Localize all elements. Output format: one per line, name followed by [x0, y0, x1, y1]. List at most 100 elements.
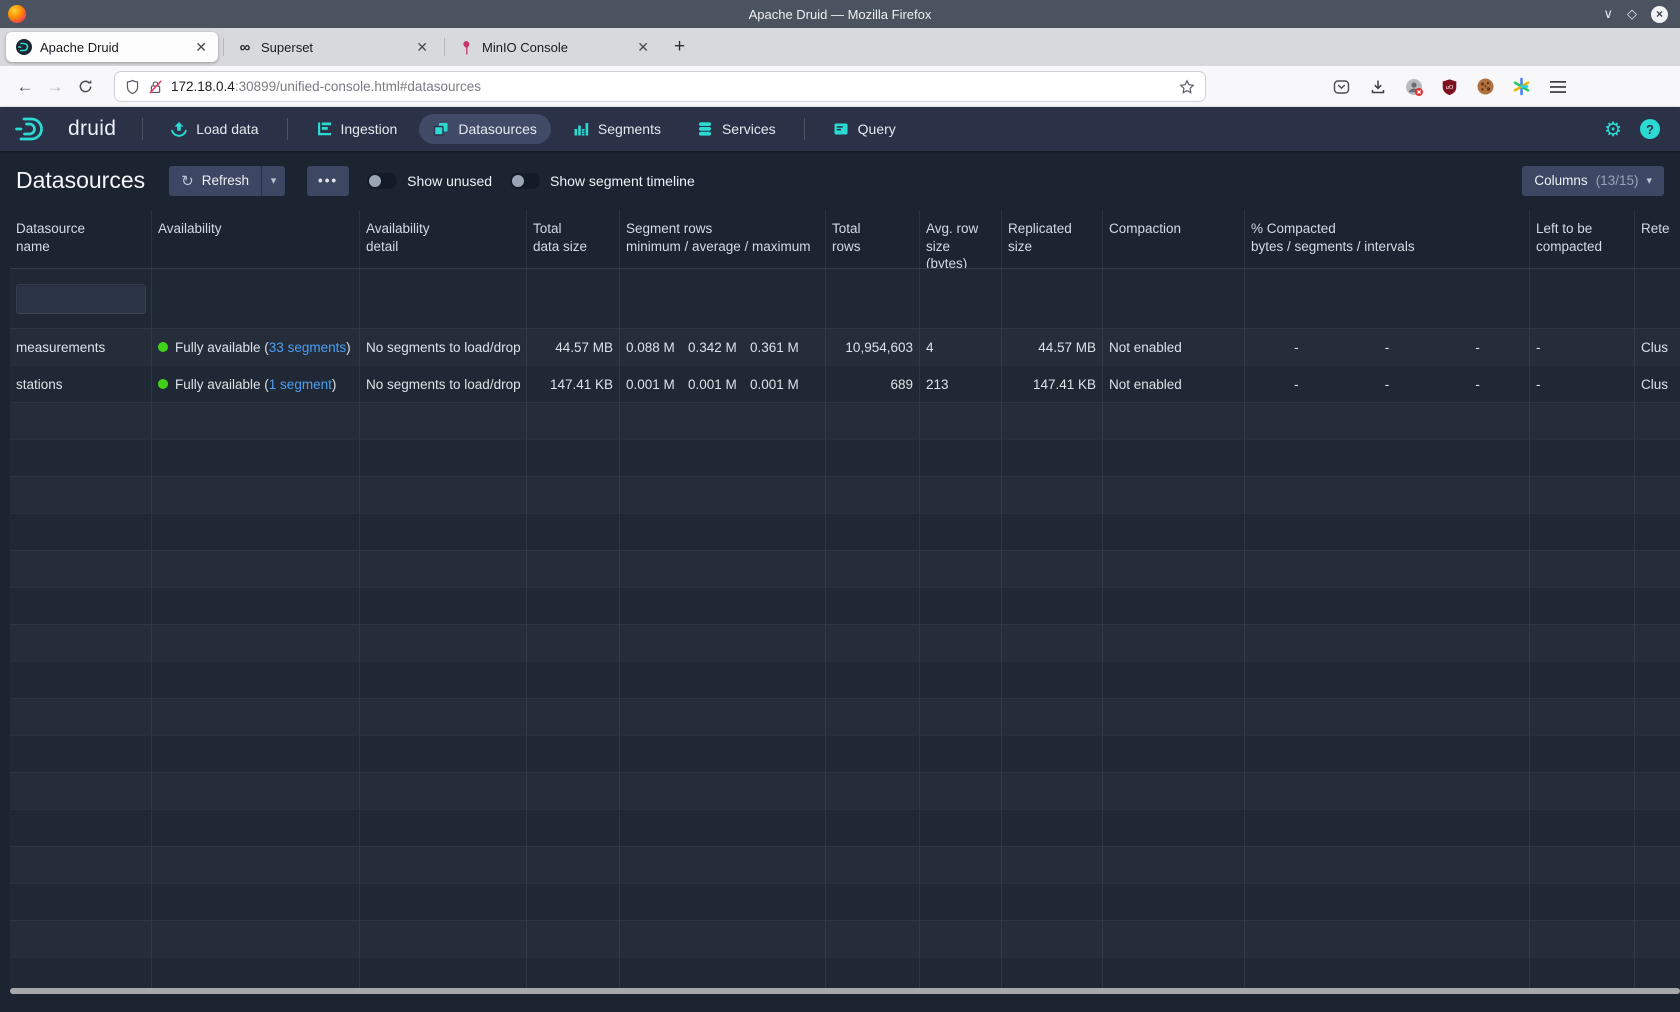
cell-total_rows [826, 662, 920, 698]
ublock-shield-icon[interactable]: uO [1436, 73, 1463, 100]
nav-item-datasources[interactable]: Datasources [419, 114, 551, 144]
druid-favicon-icon [16, 39, 32, 55]
nav-item-load-data[interactable]: Load data [157, 114, 272, 144]
nav-item-services[interactable]: Services [683, 114, 790, 144]
cell-pct_compacted [1245, 847, 1530, 883]
cell-retention[interactable]: Clus [1635, 366, 1680, 402]
refresh-button[interactable]: ↻ Refresh [169, 166, 261, 196]
filter-cell-name [10, 269, 152, 328]
horizontal-scrollbar[interactable] [10, 988, 1680, 994]
column-header-pct_compacted[interactable]: % Compacted bytes / segments / intervals [1245, 210, 1530, 268]
column-header-total_rows[interactable]: Total rows [826, 210, 920, 268]
datasource-name[interactable]: stations [10, 366, 152, 402]
cell-segment_rows [620, 810, 826, 846]
cell-pct_compacted [1245, 699, 1530, 735]
subcell-pct_compacted: - [1251, 377, 1342, 392]
column-header-total_data_size[interactable]: Total data size [527, 210, 620, 268]
more-actions-button[interactable]: ••• [307, 166, 349, 196]
cell-compaction[interactable]: Not enabled [1103, 366, 1245, 402]
cell-availability [152, 884, 360, 920]
refresh-label: Refresh [202, 173, 249, 188]
tab-close-icon[interactable]: ✕ [192, 39, 210, 56]
cookie-icon[interactable] [1472, 73, 1499, 100]
column-header-left_to_be_compacted[interactable]: Left to be compacted [1530, 210, 1635, 268]
cell-segment_rows [620, 773, 826, 809]
segments-icon [573, 121, 589, 137]
asterisk-extension-icon[interactable] [1508, 73, 1535, 100]
cell-retention [1635, 699, 1680, 735]
new-tab-button[interactable]: + [662, 36, 697, 58]
window-close-icon[interactable]: × [1651, 6, 1668, 23]
nav-item-segments[interactable]: Segments [559, 114, 675, 144]
show-segment-timeline-toggle[interactable] [510, 173, 540, 189]
cell-compaction [1103, 921, 1245, 957]
table-row-stations: stationsFully available (1 segment)No se… [10, 365, 1680, 402]
cell-availability [152, 625, 360, 661]
datasource-name[interactable]: measurements [10, 329, 152, 365]
column-header-retention[interactable]: Rete [1635, 210, 1680, 268]
cell-total_data_size [527, 625, 620, 661]
table-body: measurementsFully available (33 segments… [10, 328, 1680, 994]
refresh-dropdown-button[interactable]: ▾ [261, 166, 285, 196]
url-bar[interactable]: 172.18.0.4:30899/unified-console.html#da… [114, 71, 1206, 102]
chevron-down-icon: ▾ [1646, 174, 1652, 187]
cell-retention[interactable]: Clus [1635, 329, 1680, 365]
cell-availability [152, 588, 360, 624]
tab-apache-druid[interactable]: Apache Druid ✕ [6, 32, 218, 62]
column-header-name[interactable]: Datasource name [10, 210, 152, 268]
pocket-icon[interactable] [1328, 73, 1355, 100]
columns-button[interactable]: Columns (13/15) ▾ [1522, 166, 1664, 196]
column-header-compaction[interactable]: Compaction [1103, 210, 1245, 268]
cell-compaction[interactable]: Not enabled [1103, 329, 1245, 365]
column-header-avg_row_size[interactable]: Avg. row size (bytes) [920, 210, 1002, 268]
cell-avg_row_size [920, 773, 1002, 809]
nav-item-ingestion[interactable]: Ingestion [302, 114, 412, 144]
segments-link[interactable]: 1 segment [269, 377, 332, 392]
tab-close-icon[interactable]: ✕ [413, 39, 431, 56]
cell-total_rows [826, 773, 920, 809]
cell-availability_detail [360, 403, 527, 439]
druid-nav-bar: druid Load data Ingestion Datasources Se… [0, 107, 1680, 151]
bookmark-star-icon[interactable] [1179, 79, 1195, 95]
reload-icon[interactable] [70, 72, 100, 102]
column-header-availability[interactable]: Availability [152, 210, 360, 268]
column-header-replicated_size[interactable]: Replicated size [1002, 210, 1103, 268]
downloads-icon[interactable] [1364, 73, 1391, 100]
url-text[interactable]: 172.18.0.4:30899/unified-console.html#da… [171, 79, 1171, 94]
help-icon[interactable]: ? [1640, 119, 1660, 139]
druid-logo[interactable]: druid [14, 115, 116, 143]
minio-favicon-icon [458, 39, 474, 55]
nav-item-query[interactable]: Query [819, 114, 910, 144]
table-header-row: Datasource nameAvailabilityAvailability … [10, 210, 1680, 268]
settings-gear-icon[interactable]: ⚙ [1604, 117, 1622, 142]
tab-close-icon[interactable]: ✕ [634, 39, 652, 56]
back-icon[interactable]: ← [10, 72, 40, 102]
extension-icon[interactable] [1400, 73, 1427, 100]
menu-hamburger-icon[interactable] [1544, 73, 1571, 100]
datasource-name-filter[interactable] [16, 284, 146, 314]
show-unused-toggle[interactable] [367, 173, 397, 189]
shield-icon[interactable] [125, 79, 140, 95]
table-row-empty [10, 513, 1680, 550]
table-row-empty [10, 587, 1680, 624]
tab-superset[interactable]: ∞ Superset ✕ [227, 32, 439, 62]
tab-minio-console[interactable]: MinIO Console ✕ [448, 32, 660, 62]
window-maximize-icon[interactable]: ◇ [1627, 6, 1637, 22]
filter-cell-retention [1635, 269, 1680, 328]
column-header-segment_rows[interactable]: Segment rows minimum / average / maximum [620, 210, 826, 268]
segments-link[interactable]: 33 segments [269, 340, 346, 355]
cell-name [10, 662, 152, 698]
window-minimize-icon[interactable]: ∨ [1603, 6, 1613, 22]
insecure-lock-icon[interactable] [148, 79, 163, 95]
cell-avg_row_size [920, 588, 1002, 624]
page-header: Datasources ↻ Refresh ▾ ••• Show unused … [0, 151, 1680, 210]
cell-availability_detail: No segments to load/drop [360, 366, 527, 402]
column-header-availability_detail[interactable]: Availability detail [360, 210, 527, 268]
cell-compaction [1103, 514, 1245, 550]
forward-icon[interactable]: → [40, 72, 70, 102]
cell-availability [152, 440, 360, 476]
subcell-pct_compacted: - [1342, 377, 1433, 392]
cell-availability [152, 810, 360, 846]
cell-retention [1635, 810, 1680, 846]
cell-availability_detail [360, 921, 527, 957]
